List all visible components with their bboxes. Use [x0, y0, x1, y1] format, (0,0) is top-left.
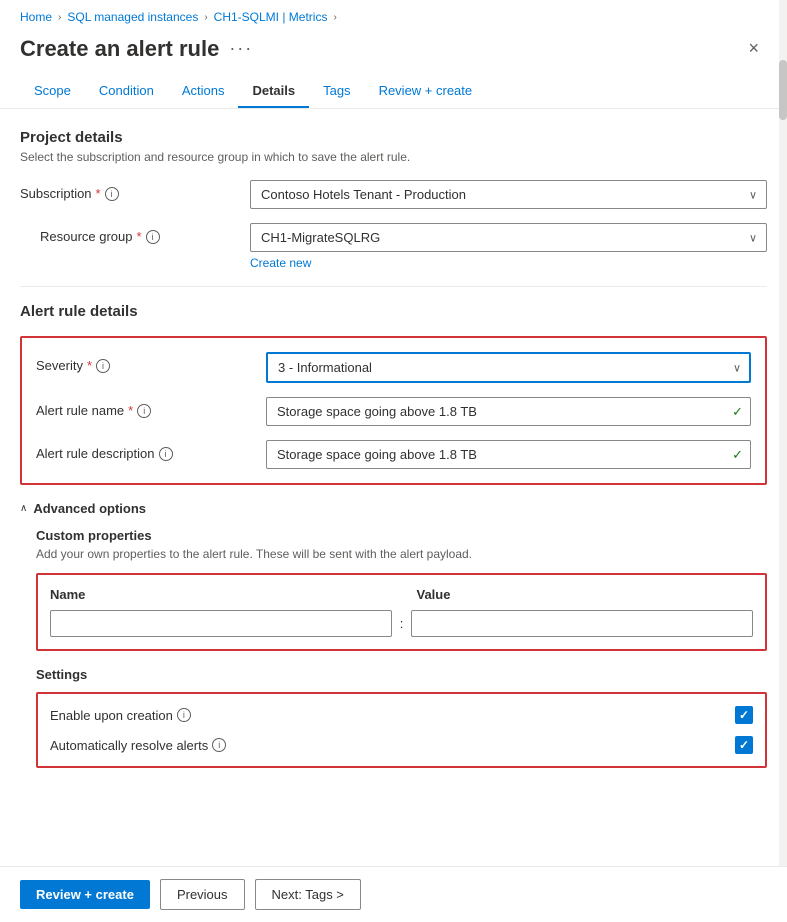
enable-upon-creation-label: Enable upon creation i	[50, 708, 727, 723]
alert-rule-description-input-wrap: Storage space going above 1.8 TB ✓	[266, 440, 751, 469]
advanced-options-toggle[interactable]: ∧ Advanced options	[20, 501, 767, 516]
tab-condition[interactable]: Condition	[85, 75, 168, 108]
breadcrumb-chevron-3: ›	[333, 12, 336, 23]
resource-group-select-wrapper: CH1-MigrateSQLRG ∨	[250, 223, 767, 252]
subscription-select[interactable]: Contoso Hotels Tenant - Production	[250, 180, 767, 209]
custom-prop-name-input[interactable]	[50, 610, 392, 637]
subscription-info-icon[interactable]: i	[105, 187, 119, 201]
footer: Review + create Previous Next: Tags >	[0, 866, 787, 922]
auto-resolve-info-icon[interactable]: i	[212, 738, 226, 752]
custom-props-row-1: :	[50, 610, 753, 637]
custom-props-headers: Name Value	[50, 587, 753, 602]
severity-select[interactable]: 0 - Critical 1 - Error 2 - Warning 3 - I…	[266, 352, 751, 383]
settings-box: Enable upon creation i Automatically res…	[36, 692, 767, 768]
alert-rule-fields-box: Severity * i 0 - Critical 1 - Error 2 - …	[20, 336, 767, 485]
description-info-icon[interactable]: i	[159, 447, 173, 461]
enable-upon-creation-checkbox[interactable]	[735, 706, 753, 724]
custom-prop-value-input[interactable]	[411, 610, 753, 637]
custom-props-subtitle: Add your own properties to the alert rul…	[36, 547, 767, 561]
custom-props-table: Name Value :	[36, 573, 767, 651]
alert-rule-name-control: Storage space going above 1.8 TB ✓	[266, 397, 751, 426]
main-content: Project details Select the subscription …	[0, 109, 787, 922]
resource-group-row: Resource group * i CH1-MigrateSQLRG ∨ Cr…	[20, 223, 767, 270]
severity-row: Severity * i 0 - Critical 1 - Error 2 - …	[36, 352, 751, 383]
alert-rule-description-control: Storage space going above 1.8 TB ✓	[266, 440, 751, 469]
scrollbar-track	[779, 0, 787, 922]
tab-scope[interactable]: Scope	[20, 75, 85, 108]
severity-required: *	[87, 358, 92, 373]
close-button[interactable]: ×	[740, 34, 767, 63]
page-header: Create an alert rule ··· ×	[0, 30, 787, 75]
description-check-icon: ✓	[732, 447, 743, 463]
review-create-button[interactable]: Review + create	[20, 880, 150, 909]
subscription-select-wrapper: Contoso Hotels Tenant - Production ∨	[250, 180, 767, 209]
alert-rule-details-section: Alert rule details	[20, 303, 767, 320]
custom-props-title: Custom properties	[36, 528, 767, 543]
severity-select-wrapper: 0 - Critical 1 - Error 2 - Warning 3 - I…	[266, 352, 751, 383]
next-tags-button[interactable]: Next: Tags >	[255, 879, 361, 910]
tab-actions[interactable]: Actions	[168, 75, 239, 108]
divider-1	[20, 286, 767, 287]
alert-rule-name-row: Alert rule name * i Storage space going …	[36, 397, 751, 426]
enable-upon-creation-row: Enable upon creation i	[50, 706, 753, 724]
name-required: *	[128, 403, 133, 418]
auto-resolve-checkbox[interactable]	[735, 736, 753, 754]
auto-resolve-row: Automatically resolve alerts i	[50, 736, 753, 754]
name-check-icon: ✓	[732, 404, 743, 420]
page-title: Create an alert rule	[20, 36, 219, 62]
tab-details[interactable]: Details	[238, 75, 309, 108]
resource-group-label: Resource group * i	[40, 223, 240, 244]
value-column-header: Value	[417, 587, 754, 602]
auto-resolve-label: Automatically resolve alerts i	[50, 738, 727, 753]
breadcrumb-home[interactable]: Home	[20, 10, 52, 24]
breadcrumb-chevron-2: ›	[204, 12, 207, 23]
alert-rule-name-input[interactable]: Storage space going above 1.8 TB	[266, 397, 751, 426]
alert-rule-description-input[interactable]: Storage space going above 1.8 TB	[266, 440, 751, 469]
project-details-title: Project details	[20, 129, 767, 146]
severity-info-icon[interactable]: i	[96, 359, 110, 373]
settings-section: Settings Enable upon creation i Automati…	[36, 667, 767, 768]
advanced-options-title: Advanced options	[33, 501, 146, 516]
resource-group-select[interactable]: CH1-MigrateSQLRG	[250, 223, 767, 252]
colon-separator: :	[400, 616, 404, 631]
alert-rule-name-label: Alert rule name * i	[36, 397, 256, 418]
alert-rule-name-input-wrap: Storage space going above 1.8 TB ✓	[266, 397, 751, 426]
name-info-icon[interactable]: i	[137, 404, 151, 418]
severity-label: Severity * i	[36, 352, 256, 373]
advanced-options-section: ∧ Advanced options Custom properties Add…	[20, 501, 767, 768]
breadcrumb-chevron-1: ›	[58, 12, 61, 23]
alert-rule-description-label: Alert rule description i	[36, 440, 256, 461]
breadcrumb: Home › SQL managed instances › CH1-SQLMI…	[0, 0, 787, 30]
breadcrumb-metrics[interactable]: CH1-SQLMI | Metrics	[214, 10, 328, 24]
name-column-header: Name	[50, 587, 387, 602]
enable-creation-info-icon[interactable]: i	[177, 708, 191, 722]
project-details-section: Project details Select the subscription …	[20, 129, 767, 270]
tab-review-create[interactable]: Review + create	[365, 75, 487, 108]
resource-group-required: *	[137, 229, 142, 244]
create-new-link[interactable]: Create new	[250, 256, 767, 270]
subscription-label: Subscription * i	[20, 180, 240, 201]
tab-tags[interactable]: Tags	[309, 75, 364, 108]
breadcrumb-sql-managed[interactable]: SQL managed instances	[67, 10, 198, 24]
previous-button[interactable]: Previous	[160, 879, 245, 910]
subscription-row: Subscription * i Contoso Hotels Tenant -…	[20, 180, 767, 209]
subscription-required: *	[96, 186, 101, 201]
severity-control: 0 - Critical 1 - Error 2 - Warning 3 - I…	[266, 352, 751, 383]
custom-properties-section: Custom properties Add your own propertie…	[36, 528, 767, 768]
resource-group-info-icon[interactable]: i	[146, 230, 160, 244]
scrollbar-thumb[interactable]	[779, 60, 787, 120]
more-options-button[interactable]: ···	[229, 38, 253, 59]
resource-group-control: CH1-MigrateSQLRG ∨ Create new	[250, 223, 767, 270]
alert-rule-description-row: Alert rule description i Storage space g…	[36, 440, 751, 469]
project-details-subtitle: Select the subscription and resource gro…	[20, 150, 767, 164]
advanced-options-chevron-icon: ∧	[20, 503, 27, 514]
subscription-control: Contoso Hotels Tenant - Production ∨	[250, 180, 767, 209]
alert-rule-details-title: Alert rule details	[20, 303, 767, 320]
tabs-container: Scope Condition Actions Details Tags Rev…	[0, 75, 787, 109]
settings-title: Settings	[36, 667, 767, 682]
